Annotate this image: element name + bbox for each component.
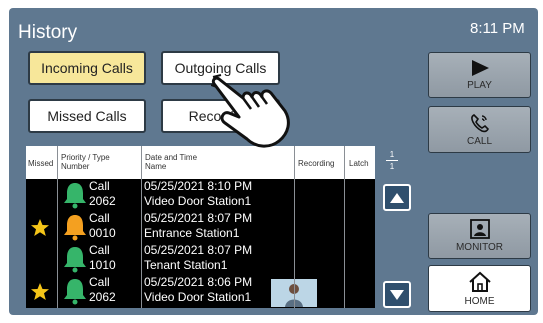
type-text: Call bbox=[89, 275, 110, 289]
number-text: 1010 bbox=[89, 258, 116, 272]
station-name: Entrance Station1 bbox=[144, 226, 240, 240]
column-divider bbox=[294, 146, 295, 308]
tab-incoming-calls[interactable]: Incoming Calls bbox=[28, 51, 146, 85]
table-row[interactable]: Call 2062 05/25/2021 8:06 PM Video Door St… bbox=[26, 275, 375, 307]
number-text: 2062 bbox=[89, 194, 116, 208]
page-current: 1 bbox=[389, 150, 395, 159]
monitor-icon bbox=[469, 219, 490, 239]
scroll-down-button[interactable] bbox=[383, 281, 411, 308]
home-label: HOME bbox=[464, 295, 495, 307]
col-number: Number bbox=[61, 162, 90, 171]
home-icon bbox=[468, 271, 491, 292]
datetime-text: 05/25/2021 8:07 PM bbox=[144, 243, 253, 257]
call-datetime: 05/25/2021 8:06 PM Video Door Station1 bbox=[144, 275, 252, 305]
col-missed: Missed bbox=[28, 159, 54, 168]
col-date-time: Date and Time bbox=[145, 153, 198, 162]
play-button[interactable]: PLAY bbox=[428, 52, 531, 98]
table-row[interactable]: Call 0010 05/25/2021 8:07 PM Entrance Stat… bbox=[26, 211, 375, 243]
bell-icon bbox=[64, 183, 86, 209]
phone-icon bbox=[470, 113, 489, 132]
page-title: History bbox=[18, 22, 78, 43]
table-row[interactable]: Call 1010 05/25/2021 8:07 PM Tenant Statio… bbox=[26, 243, 375, 275]
number-text: 2062 bbox=[89, 290, 116, 304]
play-icon bbox=[471, 60, 489, 76]
call-type: Call 0010 bbox=[89, 211, 116, 241]
bell-icon bbox=[64, 279, 86, 305]
scroll-up-button[interactable] bbox=[383, 184, 411, 211]
hand-pointer-icon bbox=[211, 73, 290, 148]
number-text: 0010 bbox=[89, 226, 116, 240]
type-text: Call bbox=[89, 179, 110, 193]
col-latch: Latch bbox=[349, 159, 369, 168]
call-button[interactable]: CALL bbox=[428, 106, 531, 153]
call-type: Call 2062 bbox=[89, 275, 116, 305]
tab-missed-calls[interactable]: Missed Calls bbox=[28, 99, 146, 133]
star-icon bbox=[31, 219, 49, 236]
page-indicator: 1 1 bbox=[386, 150, 398, 171]
station-name: Tenant Station1 bbox=[144, 258, 228, 272]
datetime-text: 05/25/2021 8:10 PM bbox=[144, 179, 253, 193]
star-icon bbox=[31, 283, 49, 300]
history-table-header: Missed Priority / Type Number Date and T… bbox=[26, 146, 375, 179]
arrow-down-icon bbox=[390, 289, 404, 300]
col-recording: Recording bbox=[298, 159, 335, 168]
type-text: Call bbox=[89, 243, 110, 257]
col-priority-type: Priority / Type bbox=[61, 153, 110, 162]
station-name: Video Door Station1 bbox=[144, 194, 252, 208]
call-type: Call 2062 bbox=[89, 179, 116, 209]
home-button[interactable]: HOME bbox=[428, 265, 531, 312]
datetime-text: 05/25/2021 8:07 PM bbox=[144, 211, 253, 225]
call-label: CALL bbox=[466, 135, 492, 147]
column-divider bbox=[344, 146, 345, 308]
call-datetime: 05/25/2021 8:07 PM Tenant Station1 bbox=[144, 243, 252, 273]
monitor-label: MONITOR bbox=[455, 242, 504, 253]
call-datetime: 05/25/2021 8:10 PM Video Door Station1 bbox=[144, 179, 252, 209]
datetime-text: 05/25/2021 8:06 PM bbox=[144, 275, 253, 289]
play-label: PLAY bbox=[467, 80, 492, 91]
bell-icon bbox=[64, 247, 86, 273]
table-row[interactable]: Call 2062 05/25/2021 8:10 PM Video Door St… bbox=[26, 179, 375, 211]
arrow-up-icon bbox=[390, 192, 404, 203]
clock: 8:11 PM bbox=[470, 20, 525, 37]
monitor-button[interactable]: MONITOR bbox=[428, 213, 531, 259]
col-name: Name bbox=[145, 162, 167, 171]
column-divider bbox=[57, 146, 58, 308]
call-type: Call 1010 bbox=[89, 243, 116, 273]
type-text: Call bbox=[89, 211, 110, 225]
history-table-body: Call 2062 05/25/2021 8:10 PM Video Door St… bbox=[26, 179, 375, 308]
station-name: Video Door Station1 bbox=[144, 290, 252, 304]
call-datetime: 05/25/2021 8:07 PM Entrance Station1 bbox=[144, 211, 252, 241]
page-total: 1 bbox=[389, 162, 395, 171]
column-divider bbox=[141, 146, 142, 308]
bell-icon bbox=[64, 215, 86, 241]
